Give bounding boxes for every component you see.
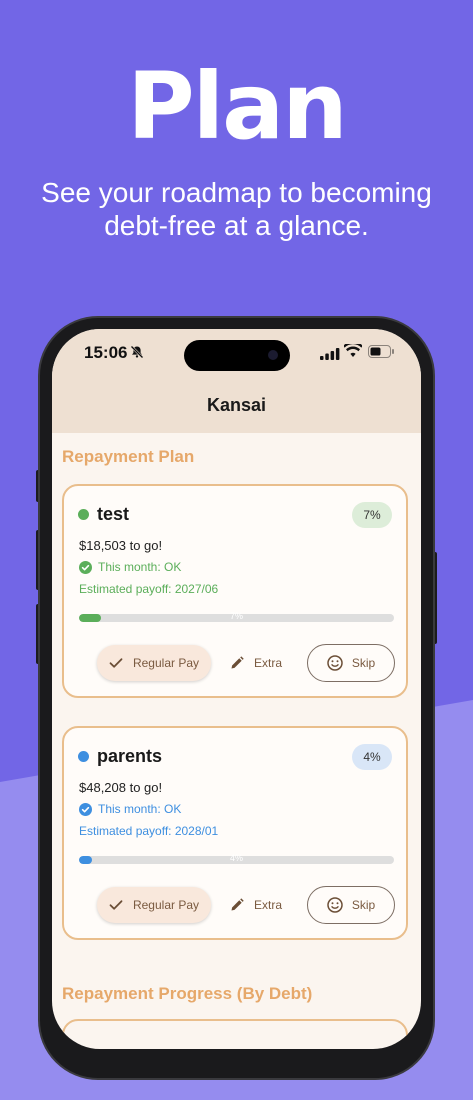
check-circle-icon (79, 560, 92, 574)
progress-label: 7% (229, 611, 243, 621)
marketing-headline: Plan (127, 53, 348, 160)
debt-color-dot (78, 751, 89, 762)
percent-badge: 4% (352, 744, 392, 770)
check-icon (109, 900, 123, 910)
remaining-amount: $18,503 to go! (79, 538, 163, 553)
extra-button[interactable]: Extra (230, 645, 282, 681)
debt-name: parents (78, 746, 162, 767)
phone-screen: 15:06 Kansai Repayment Plan test 7% $18,… (52, 329, 421, 1049)
estimated-payoff: Estimated payoff: 2027/06 (79, 582, 219, 596)
pencil-icon (231, 898, 244, 911)
subline-line-1: See your roadmap to becoming (41, 177, 432, 208)
smiley-icon (327, 897, 343, 913)
regular-pay-label: Regular Pay (132, 898, 200, 912)
percent-badge: 7% (352, 502, 392, 528)
status-time: 15:06 (84, 343, 128, 362)
debt-card[interactable]: parents 4% $48,208 to go! This month: OK… (62, 726, 408, 940)
skip-label: Skip (351, 656, 376, 670)
debt-color-dot (78, 509, 89, 520)
check-icon (109, 658, 123, 668)
subline-line-2: debt-free at a glance. (104, 210, 369, 241)
app-title: Kansai (206, 395, 267, 415)
extra-button[interactable]: Extra (230, 887, 282, 923)
month-status: This month: OK (79, 560, 181, 574)
marketing-subline: See your roadmap to becoming debt-free a… (20, 176, 453, 242)
section-title-repayment-progress: Repayment Progress (By Debt) (62, 984, 313, 1003)
progress-label: 4% (229, 853, 243, 863)
month-status: This month: OK (79, 802, 181, 816)
battery-icon (368, 345, 395, 363)
skip-button[interactable]: Skip (307, 886, 395, 924)
regular-pay-button[interactable]: Regular Pay (97, 645, 211, 681)
extra-label: Extra (254, 898, 283, 912)
estimated-payoff: Estimated payoff: 2028/01 (79, 824, 219, 838)
month-status-text: This month: OK (98, 802, 182, 816)
bell-slash-icon (130, 345, 144, 364)
extra-label: Extra (254, 656, 283, 670)
skip-button[interactable]: Skip (307, 644, 395, 682)
check-circle-icon (79, 802, 92, 816)
regular-pay-label: Regular Pay (132, 656, 200, 670)
remaining-amount: $48,208 to go! (79, 780, 163, 795)
wifi-icon (343, 341, 363, 363)
regular-pay-button[interactable]: Regular Pay (97, 887, 211, 923)
debt-name: test (78, 504, 129, 525)
debt-card[interactable]: test 7% $18,503 to go! This month: OK Es… (62, 484, 408, 698)
pencil-icon (231, 656, 244, 669)
signal-icon (320, 347, 340, 365)
smiley-icon (327, 655, 343, 671)
section-title-repayment-plan: Repayment Plan (62, 447, 195, 466)
skip-label: Skip (351, 898, 376, 912)
month-status-text: This month: OK (98, 560, 182, 574)
debt-name-text: parents (97, 746, 163, 766)
dynamic-island (184, 340, 290, 371)
debt-name-text: test (97, 504, 130, 524)
app-header: 15:06 Kansai (52, 329, 421, 433)
